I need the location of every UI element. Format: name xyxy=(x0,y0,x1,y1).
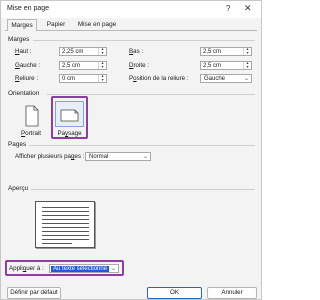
bas-spinbox[interactable]: 2,5 cm ▲ ▼ xyxy=(200,47,252,56)
orientation-divider xyxy=(47,94,255,95)
tab-papier[interactable]: Papier xyxy=(43,19,69,30)
haut-spinbox[interactable]: 2,25 cm ▲ ▼ xyxy=(59,47,107,56)
position-reliure-select[interactable]: Gauche ⌄ xyxy=(200,74,252,83)
spin-arrows-icon[interactable]: ▲ ▼ xyxy=(98,74,106,82)
close-icon[interactable]: ✕ xyxy=(244,3,252,14)
chevron-down-icon: ⌄ xyxy=(243,76,249,82)
preview-text-line xyxy=(42,215,89,216)
tab-marges[interactable]: Marges xyxy=(7,19,37,31)
title-bar: Mise en page ? ✕ xyxy=(1,1,261,18)
bas-label: Bas : xyxy=(129,48,143,55)
droite-value: 2,5 cm xyxy=(203,63,222,69)
gauche-value: 2,5 cm xyxy=(62,63,81,69)
preview-text-line xyxy=(42,231,89,232)
paysage-label-rest: sage xyxy=(68,130,82,137)
appliquer-label-pre: Appli xyxy=(9,265,23,272)
reliure-label: Reliure : xyxy=(15,75,38,82)
plusieurs-pages-label: Afficher plusieurs pages : xyxy=(15,153,84,160)
preview-page xyxy=(35,201,95,248)
preview-text-line xyxy=(42,219,89,220)
portrait-button[interactable] xyxy=(17,103,45,129)
appliquer-label-rest: uer à : xyxy=(26,265,44,272)
reliure-value: 0 cm xyxy=(62,76,76,82)
gauche-label-rest: auche : xyxy=(19,62,41,69)
spin-arrows-icon[interactable]: ▲ ▼ xyxy=(243,61,251,69)
preview-text-line xyxy=(42,235,89,236)
tab-divider xyxy=(5,30,257,31)
window-title: Mise en page xyxy=(7,5,50,12)
droite-label: Droite : xyxy=(129,62,149,69)
page-setup-dialog: Mise en page ? ✕ Marges Papier Mise en p… xyxy=(0,0,262,300)
set-default-button[interactable]: Définir par défaut xyxy=(7,287,61,299)
reliure-label-rest: eliure : xyxy=(19,75,39,82)
haut-value: 2,25 cm xyxy=(62,49,84,55)
plusieurs-pages-select[interactable]: Normal ⌄ xyxy=(85,152,151,161)
bas-value: 2,5 cm xyxy=(203,49,222,55)
cancel-button[interactable]: Annuler xyxy=(207,287,257,299)
paysage-button[interactable] xyxy=(55,101,84,127)
tab-mise-en-page[interactable]: Mise en page xyxy=(75,19,119,30)
pages-divider xyxy=(29,145,255,146)
apercu-divider xyxy=(31,189,255,190)
paysage-label-pre: Pa xyxy=(57,130,66,137)
help-icon[interactable]: ? xyxy=(226,4,230,13)
pages-section-label: Pages xyxy=(8,141,27,148)
haut-label-rest: aut : xyxy=(19,48,32,55)
apercu-section-label: Aperçu xyxy=(8,185,29,192)
portrait-page-icon xyxy=(25,105,39,127)
appliquer-label: Appliquer à : xyxy=(9,265,44,272)
portrait-label-rest: ortrait xyxy=(25,130,41,137)
margins-divider xyxy=(33,40,255,41)
landscape-page-icon xyxy=(60,109,79,122)
orientation-section-label: Orientation xyxy=(8,90,40,97)
appliquer-value: Au texte sélectionné xyxy=(51,266,110,272)
haut-label: Haut : xyxy=(15,48,32,55)
droite-spinbox[interactable]: 2,5 cm ▲ ▼ xyxy=(200,61,252,70)
position-reliure-value: Gauche xyxy=(204,76,226,82)
chevron-down-icon: ⌄ xyxy=(110,266,116,272)
paysage-label: Paysage xyxy=(55,130,84,137)
spin-arrows-icon[interactable]: ▲ ▼ xyxy=(98,47,106,55)
droite-label-rest: roite : xyxy=(133,62,149,69)
plusieurs-pages-value: Normal xyxy=(89,154,109,160)
preview-text-line xyxy=(42,223,89,224)
preview-text-line xyxy=(42,227,89,228)
ok-button[interactable]: OK xyxy=(147,287,202,299)
position-reliure-label-rest: sition de la reliure : xyxy=(136,75,189,82)
preview-text-line xyxy=(42,211,89,212)
spin-arrows-icon[interactable]: ▲ ▼ xyxy=(243,47,251,55)
preview-text-line xyxy=(42,239,89,240)
chevron-down-icon: ⌄ xyxy=(142,154,148,160)
preview-text-line xyxy=(42,207,89,208)
plusieurs-pages-label-rest: es : xyxy=(74,153,85,160)
position-reliure-label: Position de la reliure : xyxy=(129,75,189,82)
gauche-label: Gauche : xyxy=(15,62,40,69)
margins-section-label: Marges xyxy=(8,36,30,43)
reliure-spinbox[interactable]: 0 cm ▲ ▼ xyxy=(59,74,107,83)
plusieurs-pages-label-pre: Afficher plusieurs pa xyxy=(15,153,71,160)
tab-strip: Marges Papier Mise en page xyxy=(5,19,259,31)
spin-arrows-icon[interactable]: ▲ ▼ xyxy=(98,61,106,69)
preview-text-line xyxy=(42,243,72,244)
appliquer-select[interactable]: Au texte sélectionné ⌄ xyxy=(49,264,119,273)
portrait-label: Portrait xyxy=(17,130,45,137)
gauche-spinbox[interactable]: 2,5 cm ▲ ▼ xyxy=(59,61,107,70)
bas-label-rest: as : xyxy=(133,48,144,55)
